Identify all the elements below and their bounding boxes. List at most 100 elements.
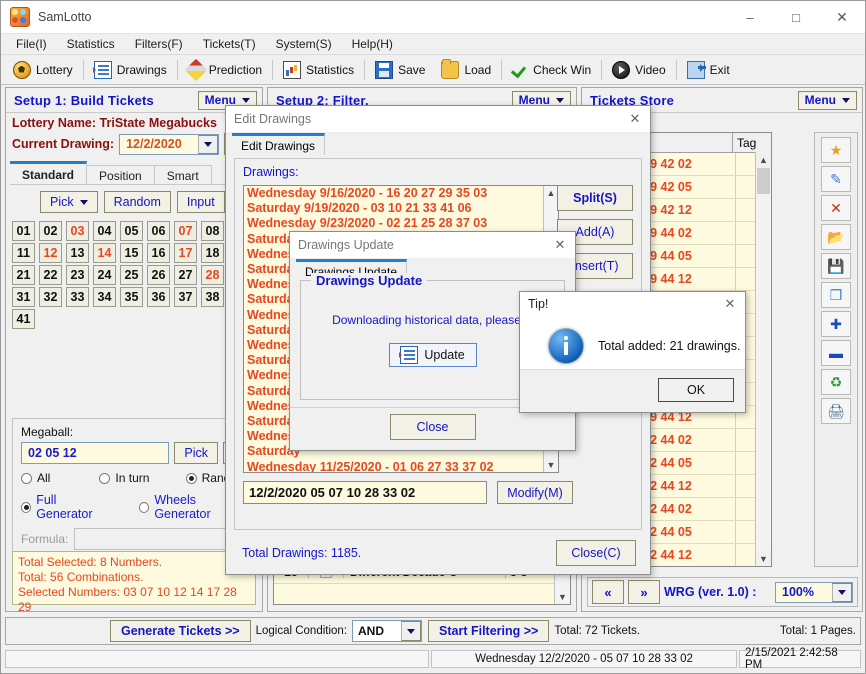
number-cell-38[interactable]: 38: [201, 287, 224, 307]
input-button[interactable]: Input: [176, 191, 225, 213]
toolbar-checkwin-button[interactable]: Check Win: [504, 56, 599, 83]
toolbar-video-button[interactable]: Video: [604, 56, 673, 83]
toolbar-drawings-button[interactable]: Drawings: [86, 56, 175, 83]
close-icon[interactable]: ✕: [545, 232, 575, 258]
formula-input[interactable]: [74, 528, 247, 550]
open-folder-icon[interactable]: 📂: [821, 224, 851, 250]
full-generator-radio[interactable]: Full Generator: [21, 493, 109, 521]
pick-button[interactable]: Pick: [40, 191, 98, 213]
close-icon[interactable]: ✕: [620, 106, 650, 132]
close-button[interactable]: ✕: [819, 1, 865, 33]
chevron-down-icon[interactable]: ▼: [544, 458, 558, 472]
number-cell-35[interactable]: 35: [120, 287, 143, 307]
number-cell-08[interactable]: 08: [201, 221, 224, 241]
megaball-input[interactable]: 02 05 12: [21, 442, 170, 464]
number-cell-28[interactable]: 28: [201, 265, 224, 285]
zoom-combo[interactable]: 100%: [775, 581, 853, 603]
number-cell-15[interactable]: 15: [120, 243, 143, 263]
edit-drawings-close-button[interactable]: Close(C): [556, 540, 636, 566]
tab-edit-drawings[interactable]: Edit Drawings: [232, 133, 326, 155]
toolbar-load-button[interactable]: Load: [433, 56, 499, 83]
close-icon[interactable]: ✕: [715, 292, 745, 316]
number-cell-06[interactable]: 06: [147, 221, 170, 241]
delete-x-icon[interactable]: ✕: [821, 195, 851, 221]
number-cell-27[interactable]: 27: [174, 265, 197, 285]
maximize-button[interactable]: □: [773, 1, 819, 33]
drawing-list-item[interactable]: Wednesday 9/23/2020 - 02 21 25 28 37 03: [244, 216, 558, 231]
number-cell-12[interactable]: 12: [39, 243, 62, 263]
menu-item-system[interactable]: System(S): [267, 35, 341, 53]
current-drawing-combo[interactable]: 12/2/2020: [119, 133, 220, 155]
number-cell-26[interactable]: 26: [147, 265, 170, 285]
remove-minus-icon[interactable]: ▬: [821, 340, 851, 366]
number-cell-03[interactable]: 03: [66, 221, 89, 241]
number-cell-22[interactable]: 22: [39, 265, 62, 285]
generate-tickets-button[interactable]: Generate Tickets >>: [110, 620, 251, 642]
split-button[interactable]: Split(S): [557, 185, 633, 211]
update-button[interactable]: Update: [388, 343, 477, 367]
menu-item-tickets[interactable]: Tickets(T): [194, 35, 265, 53]
number-cell-33[interactable]: 33: [66, 287, 89, 307]
number-cell-14[interactable]: 14: [93, 243, 116, 263]
chevron-down-icon[interactable]: [401, 621, 422, 641]
drawing-edit-input[interactable]: 12/2/2020 05 07 10 28 33 02: [243, 481, 487, 504]
toolbar-save-button[interactable]: Save: [367, 56, 433, 83]
print-icon[interactable]: 🖨: [821, 398, 851, 424]
number-cell-31[interactable]: 31: [12, 287, 35, 307]
number-cell-01[interactable]: 01: [12, 221, 35, 241]
number-cell-32[interactable]: 32: [39, 287, 62, 307]
number-cell-18[interactable]: 18: [201, 243, 224, 263]
next-page-button[interactable]: »: [628, 580, 660, 604]
number-cell-34[interactable]: 34: [93, 287, 116, 307]
add-plus-icon[interactable]: ✚: [821, 311, 851, 337]
drawing-list-item[interactable]: Saturday 9/19/2020 - 03 10 21 33 41 06: [244, 201, 558, 216]
number-cell-37[interactable]: 37: [174, 287, 197, 307]
drawing-list-item[interactable]: Wednesday 11/25/2020 - 01 06 27 33 37 02: [244, 460, 558, 472]
tickets-scrollbar[interactable]: ▲ ▼: [755, 152, 771, 566]
modify-button[interactable]: Modify(M): [497, 481, 573, 504]
menu-item-filters[interactable]: Filters(F): [126, 35, 192, 53]
wand-magic-icon[interactable]: ✎: [821, 166, 851, 192]
ok-button[interactable]: OK: [658, 378, 734, 402]
chevron-down-icon[interactable]: ▼: [555, 589, 570, 604]
refresh-recycle-icon[interactable]: ♻: [821, 369, 851, 395]
prev-page-button[interactable]: «: [592, 580, 624, 604]
copy-page-icon[interactable]: ❐: [821, 282, 851, 308]
menu-item-help[interactable]: Help(H): [343, 35, 402, 53]
menu-item-file[interactable]: File(I): [7, 35, 56, 53]
logical-condition-combo[interactable]: AND: [352, 620, 423, 642]
star-new-icon[interactable]: ★: [821, 137, 851, 163]
number-cell-11[interactable]: 11: [12, 243, 35, 263]
number-cell-13[interactable]: 13: [66, 243, 89, 263]
number-cell-07[interactable]: 07: [174, 221, 197, 241]
minimize-button[interactable]: –: [727, 1, 773, 33]
scrollbar-thumb[interactable]: [757, 168, 770, 194]
chevron-up-icon[interactable]: ▲: [544, 186, 558, 200]
start-filtering-button[interactable]: Start Filtering >>: [428, 620, 550, 642]
megaball-pick-button[interactable]: Pick: [174, 442, 218, 464]
toolbar-prediction-button[interactable]: Prediction: [180, 56, 270, 83]
save-disk-icon[interactable]: 💾: [821, 253, 851, 279]
drawing-list-item[interactable]: Wednesday 9/16/2020 - 16 20 27 29 35 03: [244, 186, 558, 201]
number-cell-21[interactable]: 21: [12, 265, 35, 285]
number-cell-25[interactable]: 25: [120, 265, 143, 285]
toolbar-statistics-button[interactable]: Statistics: [275, 56, 362, 83]
chevron-down-icon[interactable]: [198, 134, 219, 154]
number-cell-17[interactable]: 17: [174, 243, 197, 263]
menu-item-statistics[interactable]: Statistics: [58, 35, 124, 53]
chevron-up-icon[interactable]: ▲: [756, 152, 771, 167]
mode-all-radio[interactable]: All: [21, 471, 91, 485]
number-cell-24[interactable]: 24: [93, 265, 116, 285]
number-cell-23[interactable]: 23: [66, 265, 89, 285]
number-cell-05[interactable]: 05: [120, 221, 143, 241]
chevron-down-icon[interactable]: ▼: [756, 551, 771, 566]
tickets-store-menu-button[interactable]: Menu: [797, 90, 857, 110]
number-cell-02[interactable]: 02: [39, 221, 62, 241]
number-cell-41[interactable]: 41: [12, 309, 35, 329]
tab-smart[interactable]: Smart: [154, 165, 212, 185]
number-cell-16[interactable]: 16: [147, 243, 170, 263]
mode-inturn-radio[interactable]: In turn: [99, 471, 177, 485]
chevron-down-icon[interactable]: [832, 582, 852, 602]
random-button[interactable]: Random: [103, 191, 171, 213]
number-cell-04[interactable]: 04: [93, 221, 116, 241]
